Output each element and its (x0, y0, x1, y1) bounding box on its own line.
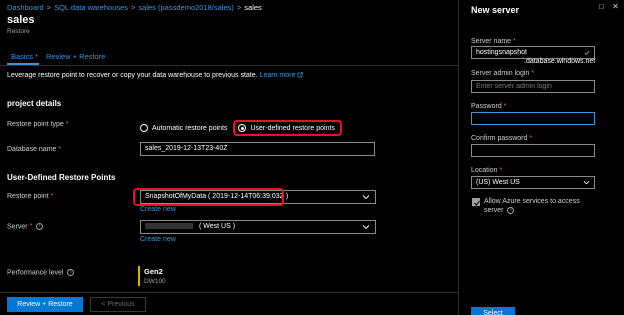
breadcrumb: Dashboard > SQL data warehouses > sales (pas… (7, 3, 262, 12)
restore-point-label: Restore point * (7, 193, 54, 200)
radio-automatic-restore-points[interactable]: Automatic restore points (140, 124, 227, 132)
password-input[interactable] (471, 112, 595, 125)
breadcrumb-current: sales (244, 3, 262, 12)
radio-user-defined-restore-points[interactable]: User-defined restore points (233, 120, 342, 136)
chevron-down-icon (583, 180, 590, 185)
radio-circle-selected (238, 124, 247, 132)
page-subtitle: Restore (7, 28, 30, 35)
intro-text: Leverage restore point to recover or cop… (7, 72, 304, 79)
panel-title: New server (471, 5, 520, 15)
chevron-down-icon (362, 195, 370, 200)
server-admin-login-label: Server admin login * (471, 70, 535, 77)
restore-point-type-group: Automatic restore points User-defined re… (140, 120, 342, 136)
restore-point-type-label: Restore point type * (7, 121, 69, 128)
confirm-password-input[interactable] (471, 144, 595, 157)
password-label: Password * (471, 103, 507, 110)
database-name-input[interactable]: sales_2019-12-13T23-40Z (140, 142, 375, 156)
divider (0, 65, 458, 66)
radio-circle (140, 124, 148, 132)
server-name-label: Server name * (471, 38, 516, 45)
location-label: Location * (471, 167, 503, 174)
server-dropdown[interactable]: ( West US ) (140, 220, 376, 234)
redacted-server-name (145, 223, 193, 230)
info-icon: i (36, 223, 44, 230)
confirm-password-label: Confirm password * (471, 135, 533, 142)
tab-basics[interactable]: Basics * (11, 52, 38, 61)
performance-level-sub: DW100 (144, 278, 166, 285)
page-title: sales (7, 14, 35, 26)
section-project-details: project details (7, 99, 62, 108)
breadcrumb-sql-data-warehouses[interactable]: SQL data warehouses (54, 3, 128, 12)
server-name-suffix: .database.windows.net (524, 58, 596, 65)
learn-more-link[interactable]: Learn more (260, 72, 304, 79)
footer-divider (0, 292, 458, 293)
chevron-right-icon: > (236, 3, 242, 12)
select-button[interactable]: Select (471, 307, 515, 315)
database-name-label: Database name * (7, 146, 62, 153)
close-icon[interactable]: ✕ (611, 2, 620, 11)
external-link-icon (297, 72, 304, 78)
create-new-server-link[interactable]: Create new (140, 236, 176, 243)
allow-azure-checkbox[interactable] (472, 198, 480, 206)
tab-review-restore[interactable]: Review + Restore (46, 52, 105, 61)
info-icon: i (507, 206, 515, 214)
performance-indicator-bar (138, 266, 140, 286)
breadcrumb-dashboard[interactable]: Dashboard (7, 3, 44, 12)
breadcrumb-sales-parent[interactable]: sales (passdemo2018/sales) (138, 3, 233, 12)
server-admin-login-input[interactable]: Enter server admin login (471, 80, 595, 93)
section-user-defined-restore-points: User-Defined Restore Points (7, 173, 116, 182)
checkmark-icon (584, 50, 590, 56)
performance-level-value: Gen2 (144, 267, 163, 276)
restore-point-highlight (133, 188, 284, 206)
allow-azure-label: Allow Azure services to access server i (484, 198, 580, 214)
info-icon: i (67, 269, 75, 276)
server-label: Server * i (7, 223, 44, 230)
location-dropdown[interactable]: (US) West US (471, 176, 595, 189)
previous-button[interactable]: < Previous (90, 297, 146, 312)
chevron-right-icon: > (131, 3, 136, 12)
performance-level-label: Performance level i (7, 269, 75, 276)
create-new-restore-point-link[interactable]: Create new (140, 206, 176, 213)
chevron-down-icon (362, 225, 370, 230)
checkmark-icon (474, 200, 480, 206)
chevron-right-icon: > (46, 3, 52, 12)
minimize-icon[interactable]: □ (597, 2, 606, 11)
review-restore-button[interactable]: Review + Restore (7, 297, 83, 312)
